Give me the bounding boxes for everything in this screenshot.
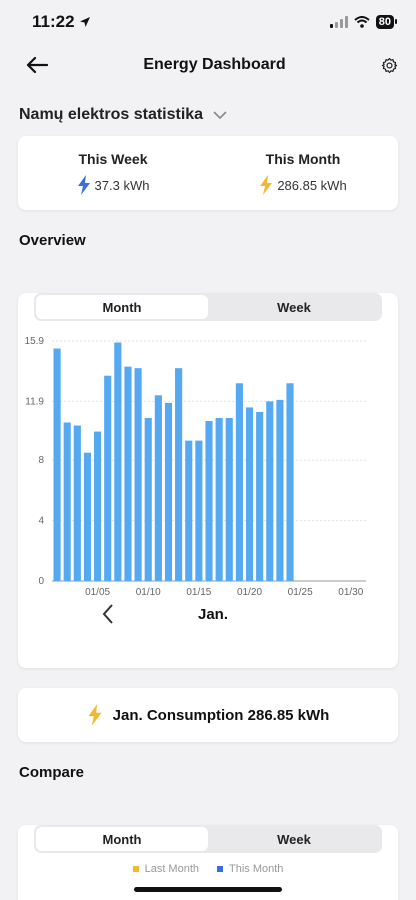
back-arrow-icon[interactable] <box>26 56 48 74</box>
bar <box>256 411 264 581</box>
bar <box>114 342 122 581</box>
nav-bar: Energy Dashboard <box>0 44 416 86</box>
bar <box>286 383 294 581</box>
status-time: 11:22 <box>32 12 91 32</box>
cellular-signal-icon <box>329 16 348 28</box>
bar <box>235 383 243 581</box>
bar <box>104 375 112 581</box>
y-tick-label: 15.9 <box>25 336 45 347</box>
home-indicator <box>134 887 282 892</box>
compare-legend: Last Month This Month <box>18 863 398 875</box>
status-bar: 11:22 80 <box>0 0 416 44</box>
daily-consumption-chart: 0 4 8 11.9 15.9 01/05 01/10 01/15 01/20 01/25 01/3… <box>25 336 366 598</box>
y-tick-label: 0 <box>38 576 44 587</box>
lightning-icon <box>260 175 273 195</box>
bar <box>175 368 183 581</box>
this-week-value: 37.3 kWh <box>94 177 150 193</box>
lightning-icon <box>77 175 90 195</box>
site-selector-label: Namų elektros statistika <box>19 106 204 123</box>
legend-last-month-label: Last Month <box>144 863 199 875</box>
bar <box>164 402 173 581</box>
lightning-icon <box>88 704 102 726</box>
bar <box>63 422 71 581</box>
chevron-down-icon <box>213 110 227 119</box>
site-selector[interactable]: Namų elektros statistika <box>0 106 416 124</box>
clock: 11:22 <box>32 12 75 31</box>
chart-period-label: Jan. <box>198 605 229 623</box>
bar <box>185 440 193 581</box>
bar <box>195 440 203 581</box>
overview-card: Month Week 0 4 8 11.9 15.9 01/05 01/10 01/15 01/… <box>18 293 398 668</box>
x-tick-label: 01/25 <box>288 587 313 598</box>
bar <box>144 417 152 581</box>
y-tick-label: 8 <box>38 455 44 466</box>
x-tick-label: 01/20 <box>237 587 262 598</box>
bar <box>225 417 233 581</box>
bar <box>205 421 213 581</box>
tab-week[interactable]: Week <box>208 295 380 319</box>
this-week-summary: This Week 37.3 kWh <box>18 151 208 195</box>
legend-last-month: Last Month <box>132 863 199 875</box>
bar <box>73 425 81 581</box>
y-tick-label: 4 <box>38 516 44 527</box>
overview-period-toggle: Month Week <box>34 293 382 321</box>
battery-indicator: 80 <box>375 15 398 29</box>
location-arrow-icon <box>79 17 90 27</box>
this-month-value: 286.85 kWh <box>277 177 347 193</box>
bar <box>276 399 284 581</box>
compare-period-toggle: Month Week <box>34 825 382 853</box>
bar <box>94 431 102 581</box>
page-title: Energy Dashboard <box>143 56 286 73</box>
bar <box>266 401 274 581</box>
summary-card: This Week 37.3 kWh This Month 286.85 kWh <box>18 136 398 210</box>
y-tick-label: 11.9 <box>25 396 44 407</box>
this-month-summary: This Month 286.85 kWh <box>208 151 398 195</box>
x-tick-label: 01/15 <box>186 587 211 598</box>
chevron-left-icon[interactable] <box>102 604 114 624</box>
x-tick-label: 01/05 <box>85 587 110 598</box>
consumption-total: Jan. Consumption 286.85 kWh <box>112 706 330 724</box>
wifi-icon <box>354 16 370 28</box>
bar <box>245 407 254 581</box>
legend-this-month-label: This Month <box>229 863 284 875</box>
x-tick-label: 01/30 <box>338 587 363 598</box>
consumption-card: Jan. Consumption 286.85 kWh <box>18 688 398 742</box>
legend-this-month: This Month <box>217 863 283 875</box>
bar <box>53 348 61 581</box>
bar <box>215 417 223 581</box>
overview-title: Overview <box>19 232 86 249</box>
bar <box>124 366 132 581</box>
bar <box>154 395 162 581</box>
bar <box>83 452 92 581</box>
gear-icon[interactable] <box>381 57 398 74</box>
bar <box>134 368 142 581</box>
this-week-label: This Week <box>78 151 148 167</box>
tab-month[interactable]: Month <box>36 295 208 319</box>
compare-tab-month[interactable]: Month <box>36 827 208 851</box>
compare-title: Compare <box>19 764 85 781</box>
compare-tab-week[interactable]: Week <box>208 827 380 851</box>
x-tick-label: 01/10 <box>136 587 161 598</box>
this-month-label: This Month <box>265 151 341 167</box>
